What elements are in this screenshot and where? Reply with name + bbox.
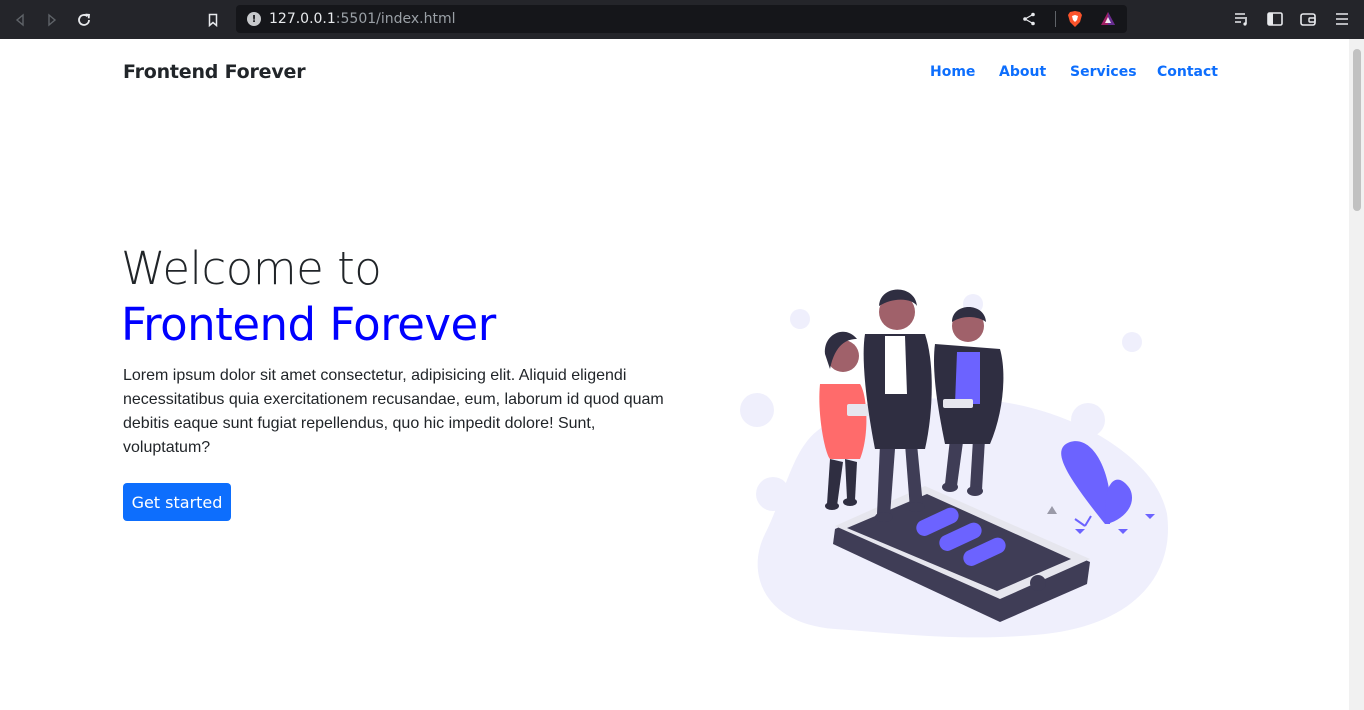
site-brand[interactable]: Frontend Forever — [123, 61, 306, 83]
wallet-icon[interactable] — [1299, 10, 1317, 28]
nav-contact[interactable]: Contact — [1157, 64, 1218, 80]
nav-home[interactable]: Home — [930, 64, 975, 80]
hero-heading-line1: Welcome to — [121, 242, 382, 295]
media-playlist-icon[interactable] — [1233, 10, 1251, 28]
hero-illustration — [740, 289, 1168, 638]
bubble — [1122, 332, 1142, 352]
scrollbar-thumb[interactable] — [1353, 49, 1361, 211]
page-content: Frontend Forever Home About Services Con… — [0, 39, 1349, 710]
site-info-icon[interactable]: ! — [247, 12, 261, 26]
bubble — [756, 477, 790, 511]
bookmark-icon[interactable] — [202, 9, 224, 31]
bubble — [1071, 403, 1105, 437]
sidebar-icon[interactable] — [1266, 10, 1284, 28]
toolbar-divider — [1055, 11, 1056, 27]
reload-icon[interactable] — [73, 9, 95, 31]
back-icon[interactable] — [9, 9, 31, 31]
forward-icon[interactable] — [41, 9, 63, 31]
menu-icon[interactable] — [1333, 10, 1351, 28]
get-started-button[interactable]: Get started — [123, 483, 231, 521]
browser-toolbar: ! 127.0.0.1:5501/index.html — [0, 0, 1364, 39]
bubble — [790, 309, 810, 329]
page-scrollbar[interactable] — [1349, 39, 1364, 710]
brave-shields-icon[interactable] — [1066, 10, 1084, 28]
bubble — [740, 393, 774, 427]
nav-about[interactable]: About — [999, 64, 1046, 80]
rewards-icon[interactable] — [1099, 10, 1117, 28]
address-bar[interactable]: ! 127.0.0.1:5501/index.html — [236, 5, 1127, 33]
hero-paragraph: Lorem ipsum dolor sit amet consectetur, … — [123, 367, 664, 456]
nav-services[interactable]: Services — [1070, 64, 1137, 80]
url-text: 127.0.0.1:5501/index.html — [269, 11, 456, 27]
share-icon[interactable] — [1022, 12, 1036, 26]
hero-heading-brand: Frontend Forever — [121, 298, 496, 351]
